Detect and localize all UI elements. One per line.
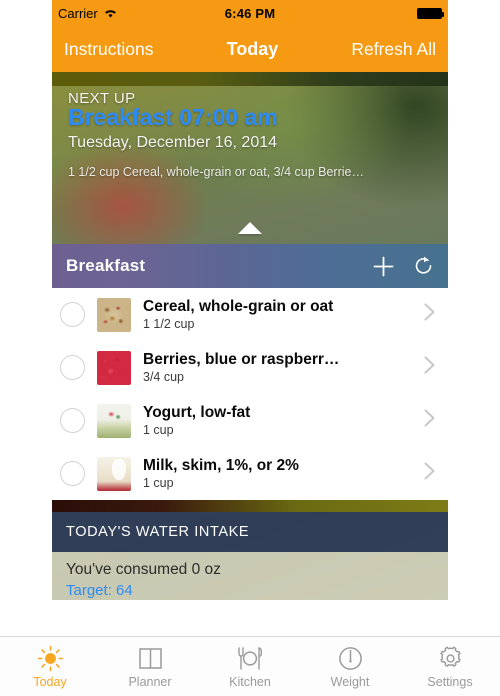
status-bar-right [417,7,444,19]
next-up-items-summary: 1 1/2 cup Cereal, whole-grain or oat, 3/… [68,165,364,179]
next-up-content: NEXT UP Breakfast 07:00 am Tuesday, Dece… [52,72,448,179]
food-checkbox[interactable] [60,408,85,433]
food-checkbox[interactable] [60,355,85,380]
meal-section-title: Breakfast [66,256,146,275]
meal-section-actions [372,255,434,278]
food-name: Milk, skim, 1%, or 2% [143,457,299,475]
phone-content: Carrier 6:46 PM Instructions Today Refre… [52,0,448,636]
food-name: Berries, blue or raspberr… [143,351,340,369]
water-target-label[interactable]: Target: 64 [66,582,434,599]
table-row[interactable]: Berries, blue or raspberr… 3/4 cup [52,341,448,394]
water-consumed-label: You've consumed 0 oz [66,561,221,578]
food-checkbox[interactable] [60,302,85,327]
water-card-body: You've consumed 0 oz Target: 64 [52,552,448,600]
food-text: Yogurt, low-fat 1 cup [143,404,417,437]
cereal-thumbnail [97,297,131,332]
tab-planner[interactable]: Planner [100,637,200,696]
food-name: Cereal, whole-grain or oat [143,298,334,316]
water-intake-card[interactable]: TODAY'S WATER INTAKE You've consumed 0 o… [52,500,448,600]
food-quantity: 3/4 cup [143,369,185,384]
chevron-right-icon[interactable] [423,461,436,486]
table-row[interactable]: Milk, skim, 1%, or 2% 1 cup [52,447,448,500]
water-card-title: TODAY'S WATER INTAKE [66,524,250,540]
next-up-date: Tuesday, December 16, 2014 [68,134,278,151]
utensils-plate-icon [235,645,265,672]
tab-label-weight: Weight [330,674,370,689]
app-screen: Carrier 6:46 PM Instructions Today Refre… [0,0,500,696]
tab-settings[interactable]: Settings [400,637,500,696]
sun-icon [37,645,64,672]
table-row[interactable]: Yogurt, low-fat 1 cup [52,394,448,447]
tab-label-kitchen: Kitchen [229,674,271,689]
battery-full-icon [417,7,444,19]
tab-weight[interactable]: Weight [300,637,400,696]
navigation-bar: Instructions Today Refresh All [52,26,448,72]
status-bar: Carrier 6:46 PM [52,0,448,26]
book-icon [137,645,164,672]
tab-kitchen[interactable]: Kitchen [200,637,300,696]
chevron-right-icon[interactable] [423,355,436,380]
water-card-top-band [52,500,448,512]
refresh-all-button[interactable]: Refresh All [351,39,436,60]
chevron-right-icon[interactable] [423,302,436,327]
caret-up-icon[interactable] [238,222,262,234]
water-card-header: TODAY'S WATER INTAKE [52,512,448,552]
food-quantity: 1 cup [143,422,174,437]
next-up-meal-title: Breakfast 07:00 am [68,104,278,130]
next-up-card[interactable]: NEXT UP Breakfast 07:00 am Tuesday, Dece… [52,72,448,244]
meal-section-header: Breakfast [52,244,448,288]
refresh-icon[interactable] [413,255,434,277]
tab-bar: Today Planner Kitchen Weight Settings [0,636,500,696]
tab-label-settings: Settings [427,674,473,689]
food-quantity: 1 cup [143,475,174,490]
scale-dial-icon [337,645,364,672]
milk-thumbnail [97,456,131,491]
food-list: Cereal, whole-grain or oat 1 1/2 cup Ber… [52,288,448,500]
tab-today[interactable]: Today [0,637,100,696]
status-bar-time: 6:46 PM [224,5,276,21]
berries-thumbnail [97,350,131,385]
gear-icon [437,645,464,672]
food-text: Cereal, whole-grain or oat 1 1/2 cup [143,298,417,331]
food-quantity: 1 1/2 cup [143,316,195,331]
tab-label-planner: Planner [128,674,172,689]
food-name: Yogurt, low-fat [143,404,251,422]
tab-label-today: Today [33,674,67,689]
page-title: Today [226,38,279,59]
table-row[interactable]: Cereal, whole-grain or oat 1 1/2 cup [52,288,448,341]
chevron-right-icon[interactable] [423,408,436,433]
food-checkbox[interactable] [60,461,85,486]
food-text: Milk, skim, 1%, or 2% 1 cup [143,457,417,490]
yogurt-thumbnail [97,403,131,438]
plus-icon[interactable] [372,255,395,278]
instructions-button[interactable]: Instructions [64,39,153,60]
food-text: Berries, blue or raspberr… 3/4 cup [143,351,417,384]
